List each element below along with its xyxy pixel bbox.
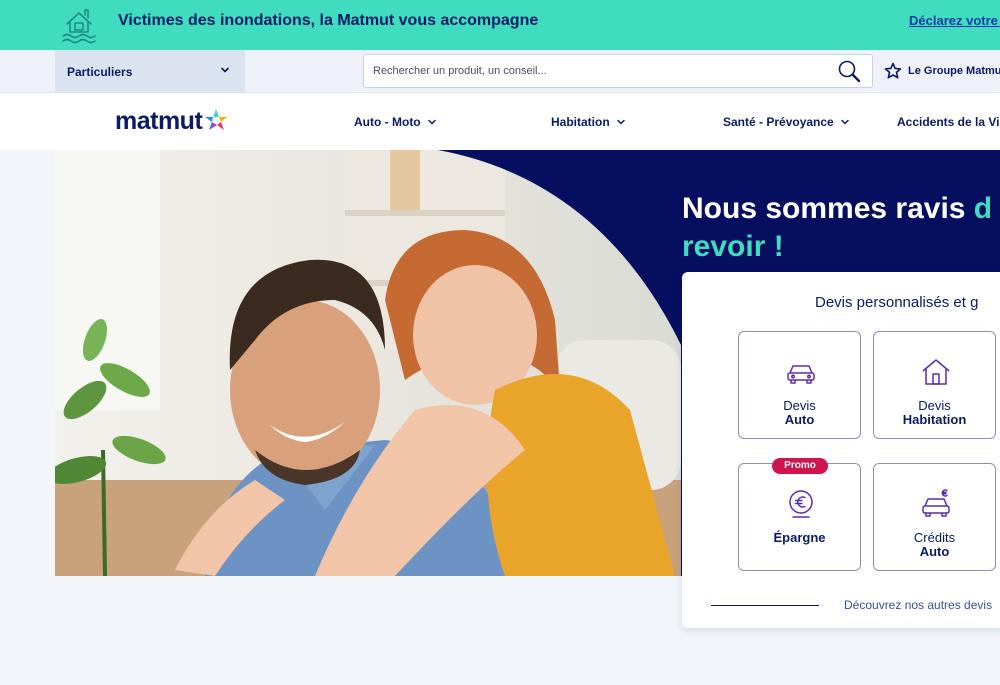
other-quotes-link[interactable]: Découvrez nos autres devis bbox=[844, 598, 992, 612]
chevron-down-icon bbox=[221, 67, 229, 73]
nav-item-sante-prevoyance[interactable]: Santé - Prévoyance bbox=[723, 115, 850, 129]
search-input[interactable] bbox=[364, 55, 824, 87]
flooded-house-icon bbox=[62, 9, 96, 44]
nav-label: Accidents de la Vie bbox=[897, 115, 1000, 129]
nav-label: Habitation bbox=[551, 115, 610, 129]
tile-epargne[interactable]: Épargne bbox=[738, 463, 861, 571]
announcement-banner: Victimes des inondations, la Matmut vous… bbox=[0, 0, 1000, 50]
tile-devis-habitation[interactable]: Devis Habitation bbox=[873, 331, 996, 439]
car-icon bbox=[787, 365, 815, 384]
star-logo-icon bbox=[884, 62, 902, 79]
tile-line1: Crédits bbox=[913, 530, 956, 545]
hero-title-accent: d bbox=[973, 192, 993, 225]
search-box bbox=[363, 54, 873, 88]
declare-link[interactable]: Déclarez votre s bbox=[909, 13, 1000, 28]
tile-devis-auto[interactable]: Devis Auto bbox=[738, 331, 861, 439]
banner-message: Victimes des inondations, la Matmut vous… bbox=[118, 12, 539, 29]
hero-title-line1: Nous sommes ravis bbox=[682, 192, 974, 225]
nav-item-habitation[interactable]: Habitation bbox=[551, 115, 626, 129]
utility-bar: Particuliers Le Groupe Matmut bbox=[0, 50, 1000, 93]
house-icon bbox=[922, 359, 950, 385]
chevron-down-icon bbox=[616, 119, 625, 125]
tile-line2: Habitation bbox=[902, 412, 967, 427]
logo-wordmark: matmut bbox=[115, 107, 203, 135]
hero-title-line2: revoir ! bbox=[682, 230, 784, 263]
search-icon[interactable] bbox=[836, 58, 862, 84]
chevron-down-icon bbox=[427, 119, 436, 125]
logo-star-icon bbox=[205, 109, 228, 130]
tile-line2: Auto bbox=[784, 412, 815, 427]
nav-label: Auto - Moto bbox=[354, 115, 421, 129]
tile-line2: Auto bbox=[919, 544, 950, 559]
car-euro-icon bbox=[922, 489, 950, 517]
quote-card: Devis personnalisés et g Devis Auto Devi… bbox=[682, 272, 1000, 628]
tile-label: Épargne bbox=[773, 530, 826, 545]
matmut-logo[interactable]: matmut bbox=[115, 107, 229, 136]
tile-credits-auto[interactable]: Crédits Auto bbox=[873, 463, 996, 571]
main-nav: matmut Auto - Moto Habitation Santé - Pr… bbox=[0, 93, 1000, 150]
euro-coin-icon bbox=[789, 490, 813, 518]
divider bbox=[711, 605, 819, 606]
tile-line1: Devis bbox=[783, 398, 816, 413]
hero-title: Nous sommes ravis d revoir ! bbox=[682, 190, 992, 266]
nav-label: Santé - Prévoyance bbox=[723, 115, 834, 129]
tile-line1: Devis bbox=[918, 398, 951, 413]
groupe-label: Le Groupe Matmut bbox=[908, 65, 1000, 77]
nav-item-auto-moto[interactable]: Auto - Moto bbox=[354, 115, 437, 129]
hero-photo bbox=[55, 150, 681, 576]
groupe-link[interactable]: Le Groupe Matmut bbox=[884, 62, 1000, 80]
chevron-down-icon bbox=[840, 119, 849, 125]
segment-label: Particuliers bbox=[67, 64, 133, 79]
promo-badge: Promo bbox=[772, 458, 828, 474]
segment-selector[interactable]: Particuliers bbox=[55, 50, 245, 93]
nav-item-accidents-vie[interactable]: Accidents de la Vie bbox=[897, 115, 1000, 129]
quote-card-title: Devis personnalisés et g bbox=[815, 294, 979, 311]
